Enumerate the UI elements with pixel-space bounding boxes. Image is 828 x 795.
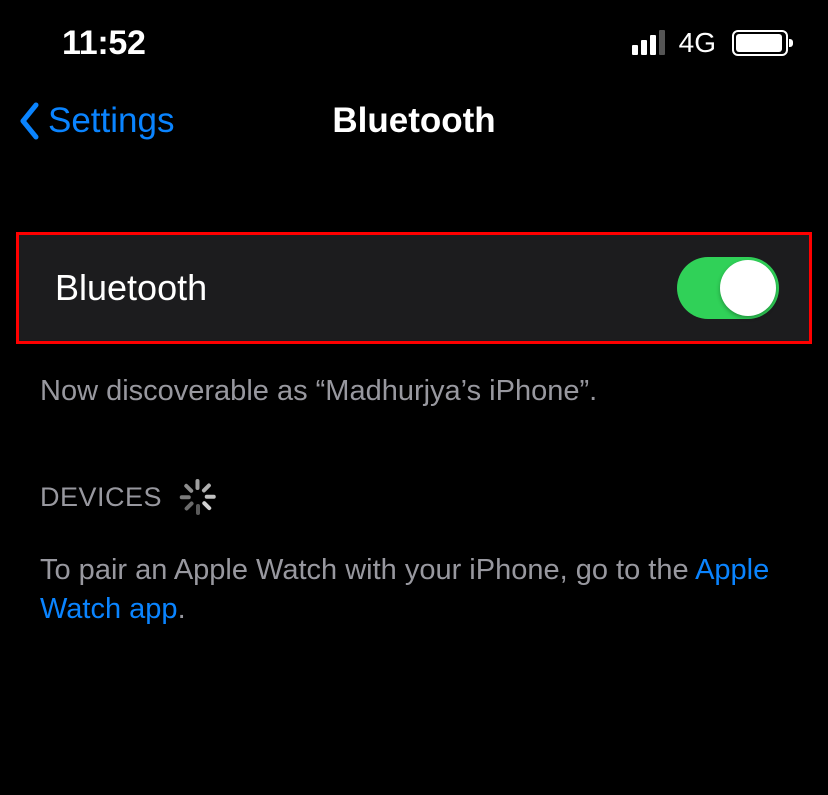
pairing-instruction: To pair an Apple Watch with your iPhone,… bbox=[0, 525, 828, 629]
bluetooth-label: Bluetooth bbox=[55, 267, 207, 309]
signal-icon bbox=[632, 31, 665, 55]
network-type: 4G bbox=[679, 27, 716, 59]
navigation-bar: Settings Bluetooth bbox=[0, 80, 828, 170]
status-bar: 11:52 4G bbox=[0, 0, 828, 80]
pairing-text-prefix: To pair an Apple Watch with your iPhone,… bbox=[40, 554, 695, 586]
bluetooth-toggle[interactable] bbox=[677, 257, 779, 319]
devices-section-header: DEVICES bbox=[0, 419, 828, 525]
spinner-icon bbox=[180, 479, 216, 515]
status-time: 11:52 bbox=[62, 24, 146, 63]
page-title: Bluetooth bbox=[332, 101, 495, 141]
devices-label: DEVICES bbox=[40, 482, 162, 513]
status-right: 4G bbox=[632, 27, 788, 59]
pairing-text-suffix: . bbox=[178, 593, 186, 625]
bluetooth-toggle-row[interactable]: Bluetooth bbox=[16, 232, 812, 344]
back-button[interactable]: Settings bbox=[18, 101, 174, 141]
battery-icon bbox=[732, 30, 788, 56]
back-label: Settings bbox=[48, 101, 174, 141]
chevron-left-icon bbox=[18, 102, 40, 140]
toggle-knob bbox=[720, 260, 776, 316]
content-area: Bluetooth Now discoverable as “Madhurjya… bbox=[0, 170, 828, 629]
discoverable-text: Now discoverable as “Madhurjya’s iPhone”… bbox=[0, 344, 828, 419]
